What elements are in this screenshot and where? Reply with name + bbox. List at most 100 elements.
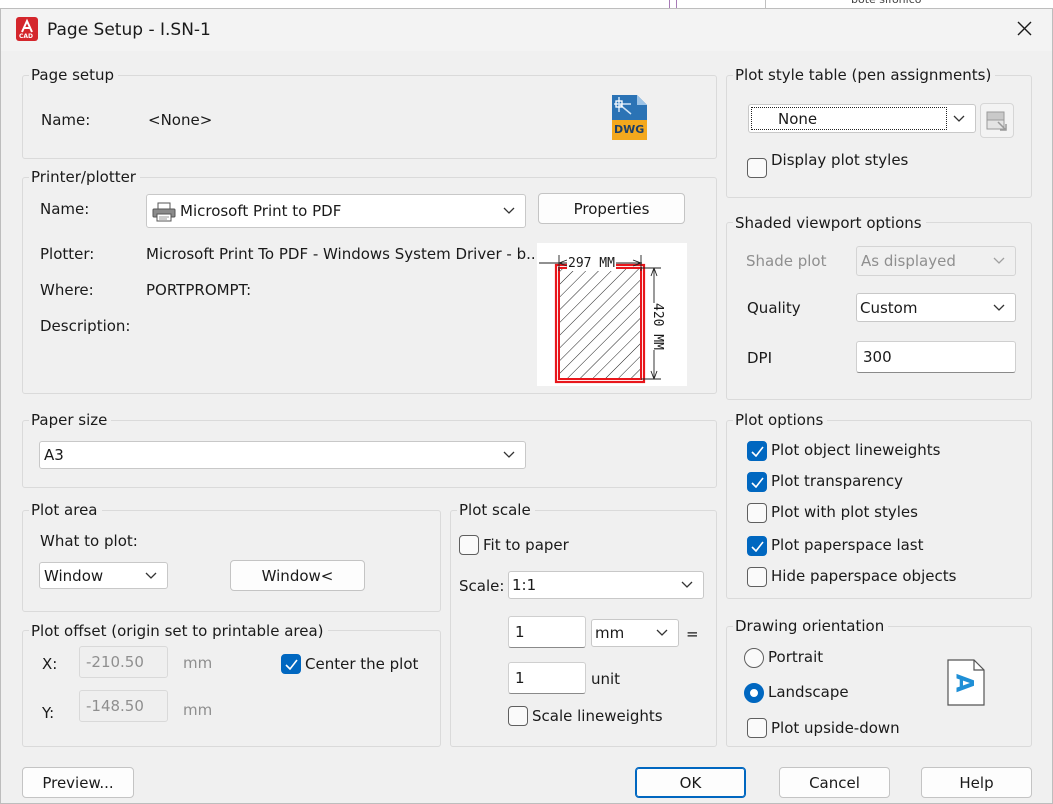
offset-y-label: Y: — [42, 704, 55, 722]
chevron-down-icon — [656, 629, 668, 636]
plot-style-dropdown[interactable]: None — [748, 104, 976, 133]
edit-plot-style-button[interactable] — [980, 103, 1014, 138]
plot-style-value: None — [778, 109, 818, 128]
scale-value1: 1 — [515, 623, 525, 641]
plot-upside-down-label: Plot upside-down — [771, 719, 900, 737]
quality-dropdown[interactable]: Custom — [856, 293, 1016, 322]
scale-lineweights-checkbox[interactable] — [508, 706, 528, 726]
scale-value1-field[interactable]: 1 — [508, 616, 586, 648]
offset-x-unit: mm — [183, 654, 213, 672]
printer-name-value: Microsoft Print to PDF — [180, 202, 342, 220]
ok-button[interactable]: OK — [635, 767, 746, 798]
offset-x-label: X: — [42, 655, 58, 673]
dwg-file-icon-text: DWG — [614, 123, 645, 136]
portrait-label: Portrait — [768, 648, 824, 666]
plot-options-group-label: Plot options — [733, 411, 828, 429]
page-setup-name-value: <None> — [148, 111, 213, 129]
description-label: Description: — [40, 317, 131, 335]
dpi-label: DPI — [747, 349, 773, 367]
plotter-value: Microsoft Print To PDF - Windows System … — [146, 245, 534, 263]
what-to-plot-dropdown[interactable]: Window — [39, 562, 168, 589]
portrait-radio[interactable] — [744, 648, 764, 668]
close-icon[interactable] — [1004, 16, 1044, 44]
page-setup-name-label: Name: — [41, 111, 91, 129]
where-label: Where: — [40, 281, 94, 299]
orientation-preview-icon: A — [947, 659, 985, 706]
fit-to-paper-checkbox[interactable] — [459, 535, 479, 555]
page-setup-group-label: Page setup — [29, 66, 119, 84]
cancel-button[interactable]: Cancel — [779, 767, 890, 798]
checkmark-icon — [751, 446, 764, 457]
center-plot-checkbox[interactable] — [281, 654, 301, 674]
plot-lineweights-label: Plot object lineweights — [771, 441, 941, 459]
display-plot-styles-label: Display plot styles — [771, 151, 909, 169]
quality-label: Quality — [747, 299, 801, 317]
plot-transparency-label: Plot transparency — [771, 472, 904, 490]
paper-size-value: A3 — [44, 446, 64, 464]
shaded-viewport-group-label: Shaded viewport options — [733, 214, 926, 232]
shade-plot-value: As displayed — [861, 252, 956, 270]
shade-plot-label: Shade plot — [746, 252, 827, 270]
plot-style-editor-icon — [986, 111, 1007, 131]
title-bar[interactable]: CAD Page Setup - I.SN-1 — [1, 9, 1052, 51]
properties-button[interactable]: Properties — [538, 193, 685, 224]
preview-height-label: 420 MM — [650, 303, 665, 350]
page-setup-dialog: CAD Page Setup - I.SN-1 Page setup Name:… — [0, 8, 1053, 804]
plot-transparency-checkbox[interactable] — [747, 472, 767, 492]
fit-to-paper-label: Fit to paper — [483, 536, 569, 554]
plot-offset-group-label: Plot offset (origin set to printable are… — [29, 622, 328, 640]
plot-lineweights-checkbox[interactable] — [747, 441, 767, 461]
where-value: PORTPROMPT: — [146, 281, 252, 299]
printer-icon — [152, 202, 176, 222]
paper-preview: 297 MM 420 MM — [537, 243, 687, 386]
hide-paperspace-objects-checkbox[interactable] — [747, 567, 767, 587]
scale-unit2-label: unit — [591, 670, 621, 688]
chevron-down-icon — [993, 257, 1005, 264]
plot-paperspace-last-checkbox[interactable] — [747, 536, 767, 556]
drawing-orientation-group-label: Drawing orientation — [733, 617, 889, 635]
hide-paperspace-objects-label: Hide paperspace objects — [771, 567, 957, 585]
help-button[interactable]: Help — [921, 767, 1032, 798]
scale-value: 1:1 — [512, 576, 537, 594]
chevron-down-icon — [953, 115, 965, 122]
quality-value: Custom — [860, 298, 918, 317]
scale-label: Scale: — [459, 577, 505, 595]
preview-button[interactable]: Preview... — [22, 767, 134, 798]
checkmark-icon — [285, 659, 298, 670]
chevron-down-icon — [993, 304, 1005, 311]
chevron-down-icon — [681, 581, 693, 588]
background-drawing-strip: bote sifonico — [0, 0, 1053, 8]
dpi-field[interactable]: 300 — [856, 341, 1016, 373]
window-pick-button[interactable]: Window< — [230, 560, 365, 591]
plot-upside-down-checkbox[interactable] — [747, 718, 767, 738]
preview-width-label: 297 MM — [567, 256, 616, 271]
printer-name-dropdown[interactable]: Microsoft Print to PDF — [146, 194, 526, 228]
chevron-down-icon — [145, 572, 157, 579]
plotter-label: Plotter: — [40, 245, 95, 263]
plot-paperspace-last-label: Plot paperspace last — [771, 536, 924, 554]
landscape-radio[interactable] — [744, 683, 764, 703]
window-title: Page Setup - I.SN-1 — [47, 20, 211, 40]
printer-plotter-group-label: Printer/plotter — [29, 168, 140, 186]
scale-dropdown[interactable]: 1:1 — [508, 571, 704, 599]
scale-value2-field[interactable]: 1 — [508, 662, 586, 694]
scale-unit-dropdown[interactable]: mm — [591, 619, 679, 647]
display-plot-styles-checkbox[interactable] — [747, 158, 767, 178]
scale-lineweights-label: Scale lineweights — [532, 707, 663, 725]
offset-y-field[interactable]: -148.50 — [79, 690, 168, 722]
orientation-glyph: A — [950, 673, 979, 693]
plot-area-group-label: Plot area — [29, 501, 102, 519]
dpi-value: 300 — [863, 348, 892, 366]
scale-equals: = — [686, 625, 699, 643]
shade-plot-dropdown[interactable]: As displayed — [856, 246, 1016, 276]
plot-with-styles-checkbox[interactable] — [747, 503, 767, 523]
offset-y-unit: mm — [183, 701, 213, 719]
chevron-down-icon — [503, 451, 515, 458]
offset-x-field[interactable]: -210.50 — [79, 646, 168, 678]
paper-size-group-label: Paper size — [29, 411, 112, 429]
what-to-plot-label: What to plot: — [40, 532, 138, 550]
chevron-down-icon — [503, 207, 515, 214]
paper-size-dropdown[interactable]: A3 — [39, 441, 526, 469]
what-to-plot-value: Window — [44, 566, 104, 585]
scale-unit-value: mm — [595, 624, 625, 642]
